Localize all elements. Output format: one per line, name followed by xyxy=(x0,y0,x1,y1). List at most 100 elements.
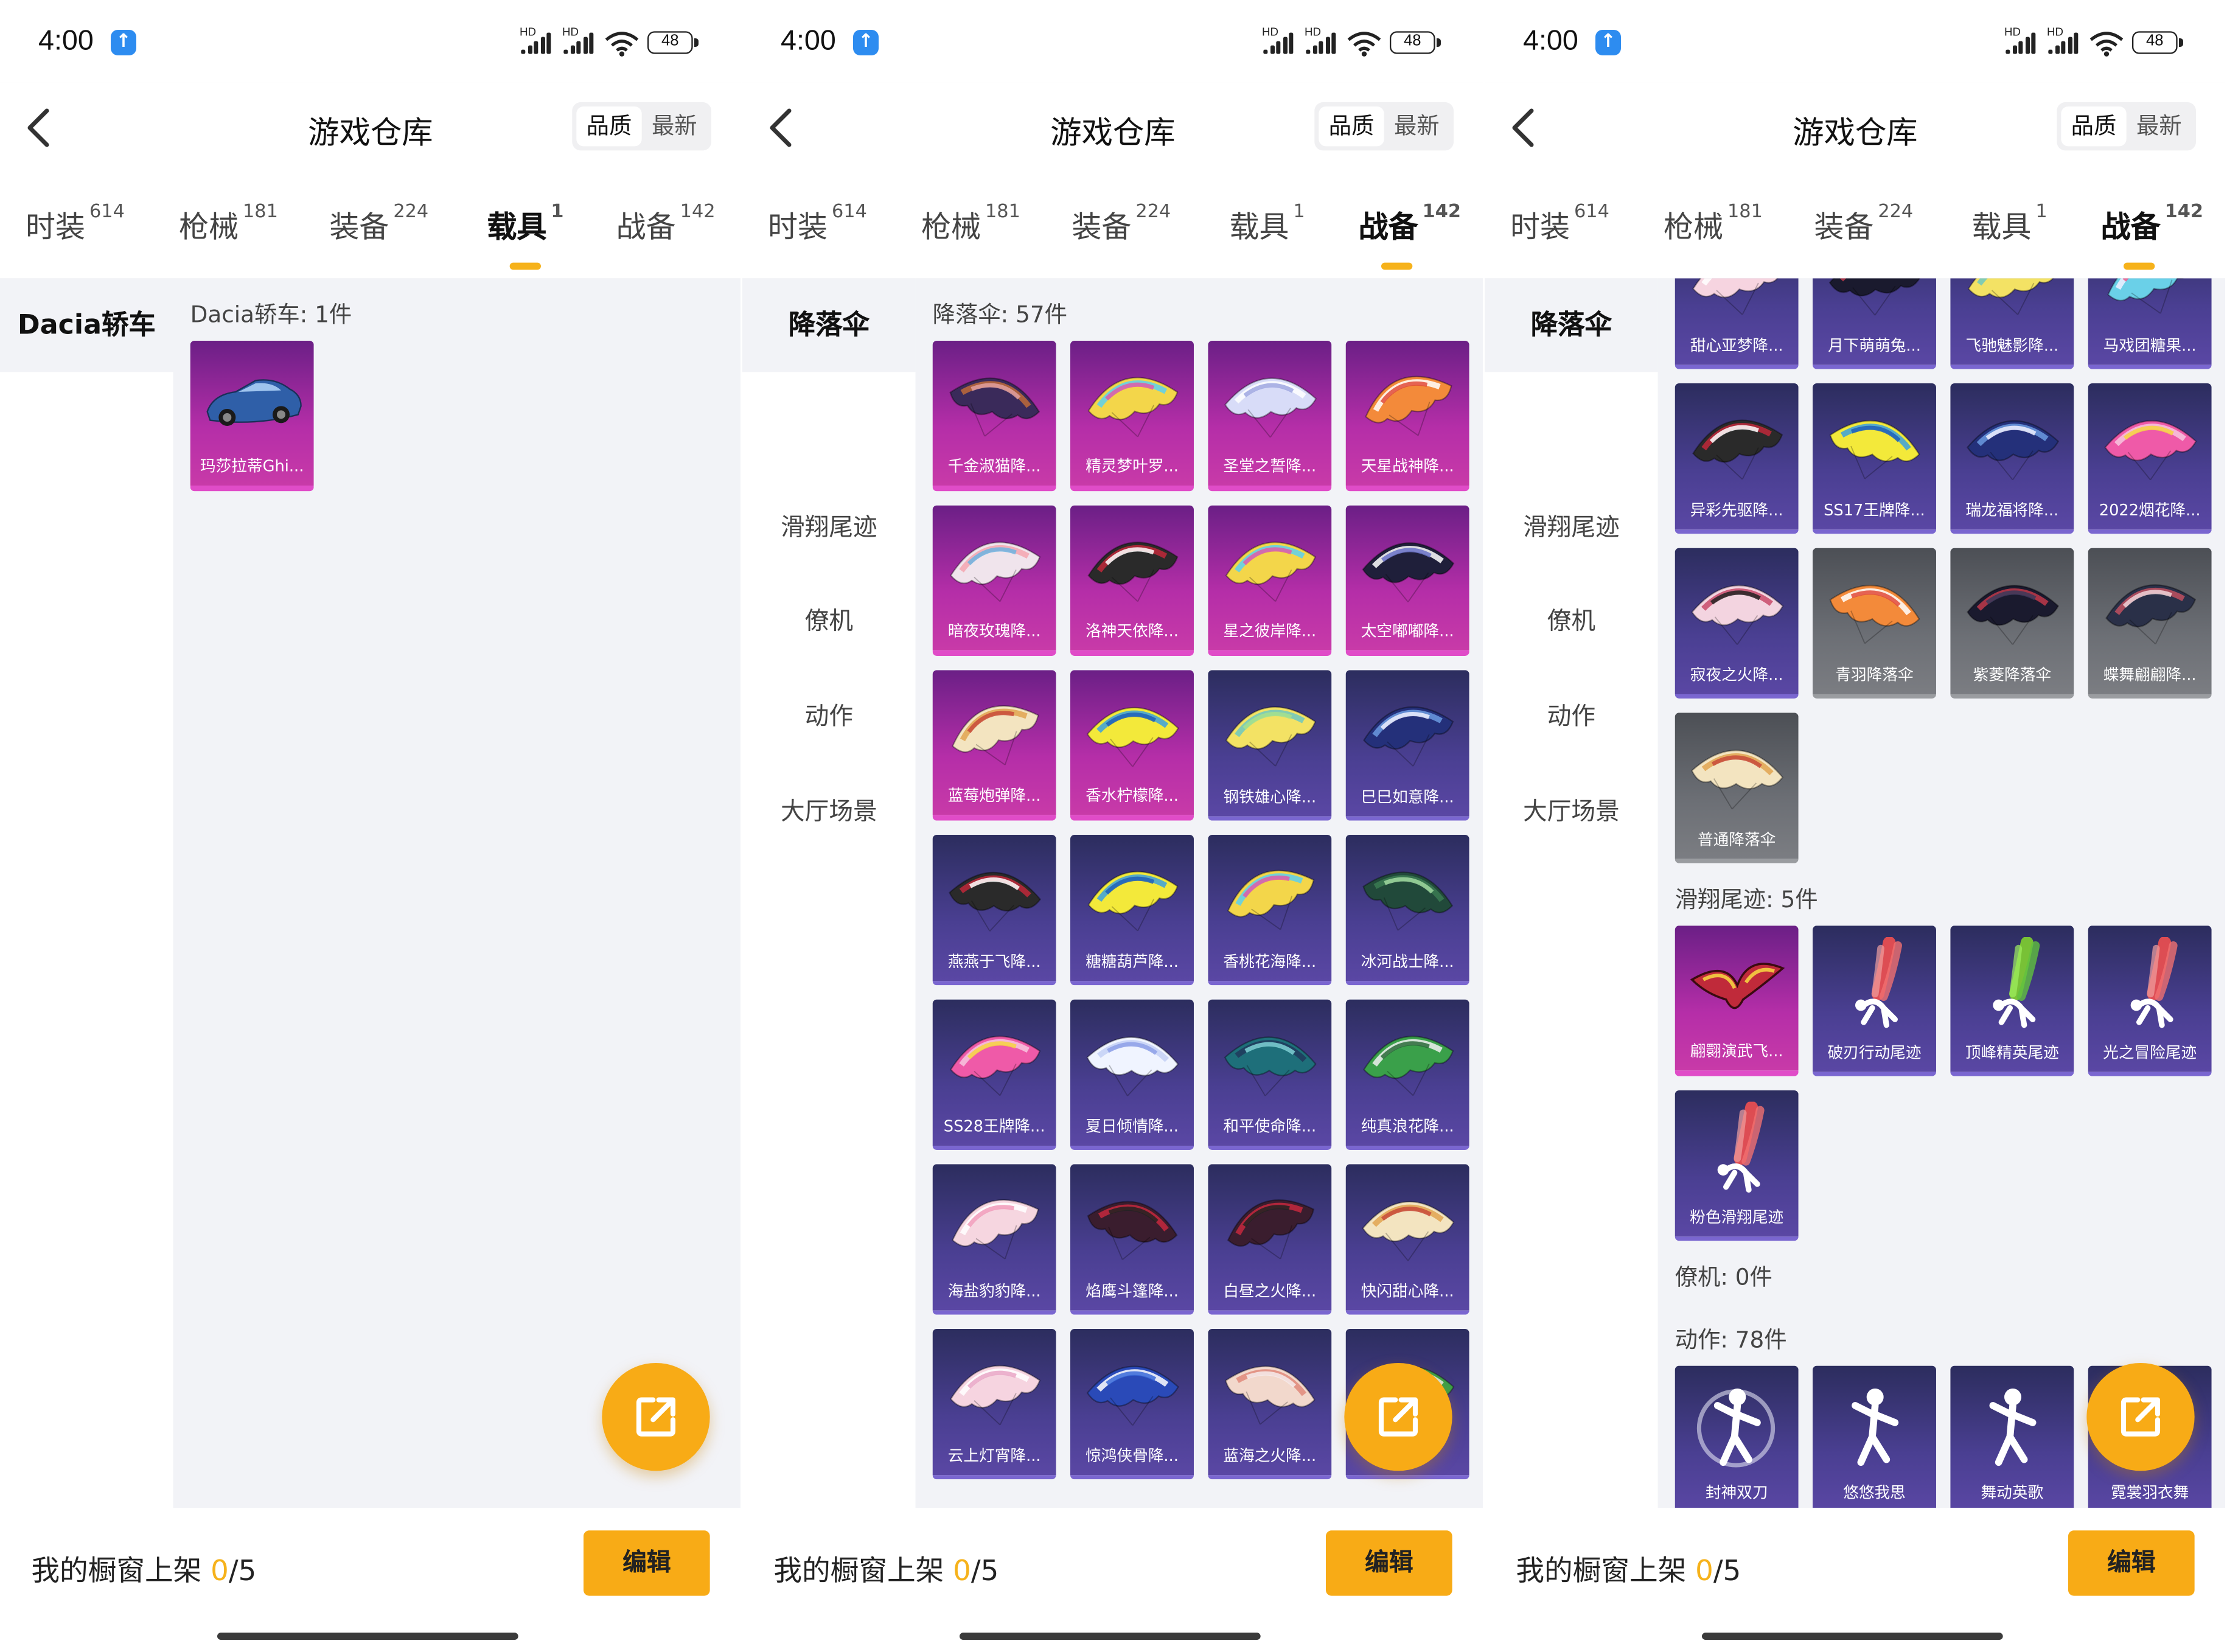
inventory-item-card[interactable]: 焰鹰斗篷降... xyxy=(1070,1164,1194,1315)
side-item-3[interactable]: 动作 xyxy=(742,689,916,745)
tab-2[interactable]: 装备 224 xyxy=(1814,201,1913,247)
tab-4[interactable]: 战备 142 xyxy=(1359,201,1461,270)
clock: 4:00 xyxy=(780,25,836,57)
inventory-item-card[interactable]: 暗夜玫瑰降... xyxy=(932,505,1056,656)
inventory-item-card[interactable]: 舞动英歌 xyxy=(1950,1365,2074,1508)
inventory-item-card[interactable]: 白昼之火降... xyxy=(1208,1164,1332,1315)
tab-count: 142 xyxy=(2164,201,2203,223)
inventory-item-card[interactable]: 紫菱降落伞 xyxy=(1950,548,2074,699)
sort-by-quality-button[interactable]: 品质 xyxy=(2061,106,2127,147)
side-item-1[interactable]: 滑翔尾迹 xyxy=(742,500,916,556)
inventory-item-card[interactable]: 糖糖葫芦降... xyxy=(1070,834,1194,986)
edit-button[interactable]: 编辑 xyxy=(583,1530,710,1596)
edit-button[interactable]: 编辑 xyxy=(1325,1530,1452,1596)
phone-content: 4:00 ↑ HD HD 48 游戏仓库 品质 最新 时装 614 枪械 181 装备 224 载具 1 战备 1… xyxy=(1485,0,2225,1651)
inventory-item-card[interactable]: 香桃花海降... xyxy=(1208,834,1332,986)
inventory-item-card[interactable]: SS17王牌降... xyxy=(1812,383,1936,534)
tab-2[interactable]: 装备 224 xyxy=(1072,201,1171,247)
sort-by-quality-button[interactable]: 品质 xyxy=(1319,106,1384,147)
sort-by-latest-button[interactable]: 最新 xyxy=(1384,106,1449,146)
side-item-2[interactable]: 僚机 xyxy=(742,593,916,650)
inventory-item-card[interactable]: 蝶舞翩翩降... xyxy=(2088,548,2212,699)
tab-4[interactable]: 战备 142 xyxy=(2101,201,2203,270)
back-button[interactable] xyxy=(21,102,58,153)
inventory-item-card[interactable]: 精灵梦叶罗... xyxy=(1070,340,1194,492)
side-item-4[interactable]: 大厅场景 xyxy=(742,784,916,840)
inventory-item-card[interactable]: 钢铁雄心降... xyxy=(1208,670,1332,821)
inventory-item-card[interactable]: 2022烟花降... xyxy=(2088,383,2212,534)
inventory-item-card[interactable]: 天星战神降... xyxy=(1345,340,1469,492)
inventory-item-card[interactable]: 蓝莓炮弹降... xyxy=(932,670,1056,821)
inventory-item-card[interactable]: 和平使命降... xyxy=(1208,999,1332,1150)
tab-active-indicator xyxy=(509,262,541,270)
inventory-item-card[interactable]: 悠悠我思 xyxy=(1812,1365,1936,1508)
share-button[interactable] xyxy=(602,1362,710,1471)
back-button[interactable] xyxy=(1506,102,1543,153)
side-item-0[interactable]: 降落伞 xyxy=(742,278,916,372)
inventory-item-card[interactable]: 夏日倾情降... xyxy=(1070,999,1194,1150)
tab-3[interactable]: 载具 1 xyxy=(1971,201,2047,247)
inventory-item-card[interactable]: 玛莎拉蒂Ghi... xyxy=(190,340,314,492)
inventory-item-card[interactable]: 星之彼岸降... xyxy=(1208,505,1332,656)
inventory-item-card[interactable]: 普通降落伞 xyxy=(1675,713,1799,863)
share-button[interactable] xyxy=(2086,1362,2195,1471)
sort-by-latest-button[interactable]: 最新 xyxy=(2127,106,2192,146)
side-item-0[interactable]: Dacia轿车 xyxy=(0,278,173,372)
inventory-item-card[interactable]: 寂夜之火降... xyxy=(1675,548,1799,699)
share-button[interactable] xyxy=(1344,1362,1452,1471)
back-button[interactable] xyxy=(764,102,801,153)
item-name: 夏日倾情降... xyxy=(1086,1117,1179,1136)
tab-2[interactable]: 装备 224 xyxy=(329,201,428,247)
home-indicator[interactable] xyxy=(1701,1633,2003,1640)
tab-3[interactable]: 载具 1 xyxy=(487,201,563,270)
inventory-item-card[interactable]: 马戏团糖果... xyxy=(2088,278,2212,369)
inventory-item-card[interactable]: 香水柠檬降... xyxy=(1070,670,1194,821)
home-indicator[interactable] xyxy=(959,1633,1261,1640)
inventory-item-card[interactable]: 光之冒险尾迹 xyxy=(2088,925,2212,1076)
inventory-item-card[interactable]: 惊鸿侠骨降... xyxy=(1070,1328,1194,1480)
inventory-item-card[interactable]: 甜心亚梦降... xyxy=(1675,278,1799,369)
tab-0[interactable]: 时装 614 xyxy=(26,201,125,247)
inventory-item-card[interactable]: 月下萌萌兔... xyxy=(1812,278,1936,369)
inventory-item-card[interactable]: 千金淑猫降... xyxy=(932,340,1056,492)
inventory-item-card[interactable]: 燕燕于飞降... xyxy=(932,834,1056,986)
item-name: 光之冒险尾迹 xyxy=(2103,1043,2197,1062)
inventory-item-card[interactable]: 青羽降落伞 xyxy=(1812,548,1936,699)
tab-label: 时装 xyxy=(767,210,828,245)
inventory-item-card[interactable]: 冰河战士降... xyxy=(1345,834,1469,986)
side-item-0[interactable]: 降落伞 xyxy=(1485,278,1658,372)
inventory-item-card[interactable]: 异彩先驱降... xyxy=(1675,383,1799,534)
tab-4[interactable]: 战备 142 xyxy=(616,201,716,247)
side-item-4[interactable]: 大厅场景 xyxy=(1485,784,1658,840)
inventory-item-card[interactable]: 圣堂之誓降... xyxy=(1208,340,1332,492)
inventory-item-card[interactable]: 飞驰魅影降... xyxy=(1950,278,2074,369)
inventory-item-card[interactable]: 快闪甜心降... xyxy=(1345,1164,1469,1315)
inventory-item-card[interactable]: 蓝海之火降... xyxy=(1208,1328,1332,1480)
inventory-item-card[interactable]: 云上灯宵降... xyxy=(932,1328,1056,1480)
inventory-item-card[interactable]: 瑞龙福将降... xyxy=(1950,383,2074,534)
sort-by-latest-button[interactable]: 最新 xyxy=(642,106,707,146)
inventory-item-card[interactable]: 洛神天依降... xyxy=(1070,505,1194,656)
edit-button[interactable]: 编辑 xyxy=(2068,1530,2195,1596)
inventory-item-card[interactable]: 纯真浪花降... xyxy=(1345,999,1469,1150)
side-item-1[interactable]: 滑翔尾迹 xyxy=(1485,500,1658,556)
inventory-item-card[interactable]: 海盐豹豹降... xyxy=(932,1164,1056,1315)
tab-0[interactable]: 时装 614 xyxy=(1510,201,1609,247)
sort-by-quality-button[interactable]: 品质 xyxy=(576,106,642,147)
inventory-item-card[interactable]: 顶峰精英尾迹 xyxy=(1950,925,2074,1076)
side-item-2[interactable]: 僚机 xyxy=(1485,593,1658,650)
tab-3[interactable]: 载具 1 xyxy=(1229,201,1305,247)
tab-1[interactable]: 枪械 181 xyxy=(179,201,278,247)
home-indicator[interactable] xyxy=(217,1633,518,1640)
inventory-item-card[interactable]: SS28王牌降... xyxy=(932,999,1056,1150)
side-item-3[interactable]: 动作 xyxy=(1485,689,1658,745)
inventory-item-card[interactable]: 巳巳如意降... xyxy=(1345,670,1469,821)
tab-0[interactable]: 时装 614 xyxy=(767,201,867,247)
tab-1[interactable]: 枪械 181 xyxy=(921,201,1020,247)
inventory-item-card[interactable]: 粉色滑翔尾迹 xyxy=(1675,1090,1799,1241)
inventory-item-card[interactable]: 封神双刀 xyxy=(1675,1365,1799,1508)
inventory-item-card[interactable]: 太空嘟嘟降... xyxy=(1345,505,1469,656)
tab-1[interactable]: 枪械 181 xyxy=(1664,201,1763,247)
inventory-item-card[interactable]: 破刃行动尾迹 xyxy=(1812,925,1936,1076)
inventory-item-card[interactable]: 翩翾演武飞... xyxy=(1675,925,1799,1076)
